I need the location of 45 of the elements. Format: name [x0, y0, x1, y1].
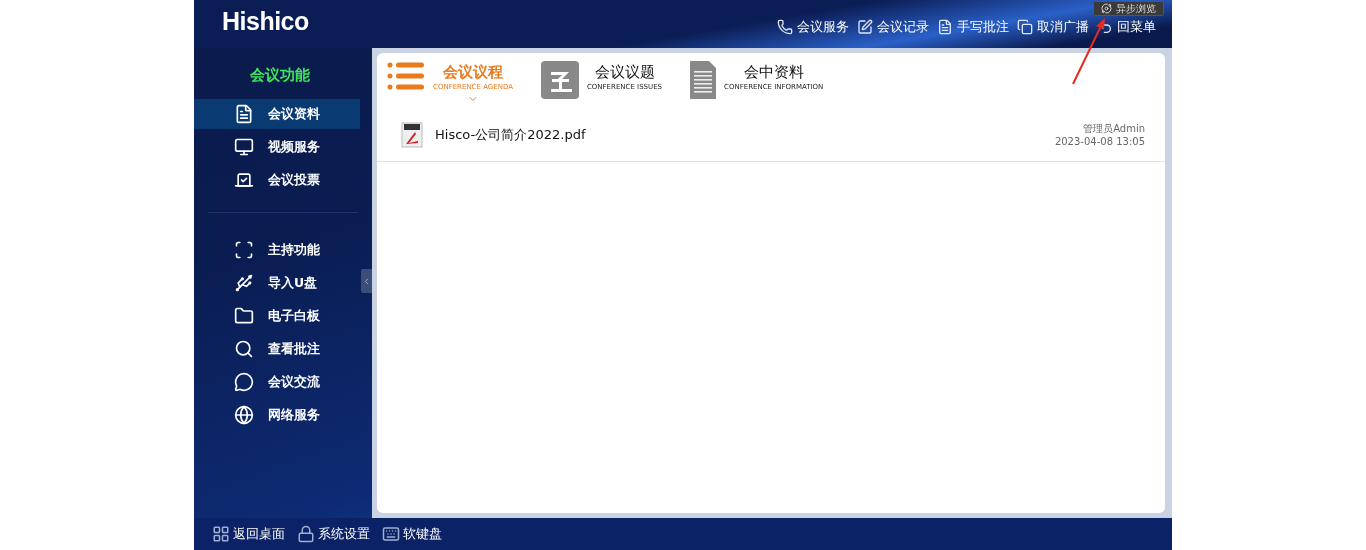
sidebar-item[interactable]: 会议交流	[194, 367, 360, 397]
menu-link[interactable]: 手写批注	[937, 18, 1009, 36]
lock-icon	[297, 525, 315, 543]
sidebar-item[interactable]: 会议投票	[194, 165, 360, 195]
sidebar-item[interactable]: 主持功能	[194, 235, 360, 265]
taskbar-button[interactable]: 软键盘	[382, 525, 442, 543]
phone-icon	[777, 19, 793, 35]
menu-link[interactable]: 会议记录	[857, 18, 929, 36]
menu-link[interactable]: 会议服务	[777, 18, 849, 36]
logo: Hishico	[222, 7, 309, 36]
folder-icon	[234, 306, 254, 326]
frame-icon	[234, 240, 254, 260]
taskbar-button[interactable]: 系统设置	[297, 525, 370, 543]
tooltip-text: 异步浏览	[1116, 3, 1156, 14]
document-icon	[234, 104, 254, 124]
sidebar-item[interactable]: 会议资料	[194, 99, 360, 129]
sidebar-item[interactable]: 电子白板	[194, 301, 360, 331]
sidebar-item[interactable]: 查看批注	[194, 334, 360, 364]
sidebar-item[interactable]: 网络服务	[194, 400, 360, 430]
orbit-icon	[1101, 3, 1112, 14]
file-author: 管理员Admin	[1083, 122, 1145, 135]
monitor-icon	[234, 137, 254, 157]
issues-icon	[540, 61, 579, 99]
menu-link[interactable]: 取消广播	[1017, 18, 1089, 36]
chat-bubble-icon	[234, 372, 254, 392]
windows-grid-icon	[212, 525, 230, 543]
pen-icon	[857, 19, 873, 35]
file-row[interactable]: Hisco-公司简介2022.pdf 管理员Admin 2023-04-08 13:05	[377, 109, 1165, 162]
file-time: 2023-04-08 13:05	[1054, 135, 1145, 148]
document-icon	[690, 61, 717, 99]
collapse-handle[interactable]	[361, 269, 372, 293]
globe-icon	[234, 405, 254, 425]
keyboard-icon	[382, 525, 400, 543]
document-icon	[937, 19, 953, 35]
pdf-icon	[401, 122, 423, 148]
search-icon	[234, 339, 254, 359]
file-name: Hisco-公司简介2022.pdf	[435, 126, 587, 144]
list-icon	[387, 61, 425, 91]
sidebar-title: 会议功能	[249, 66, 311, 85]
taskbar-button[interactable]: 返回桌面	[212, 525, 285, 543]
windows-icon	[1017, 19, 1033, 35]
ballot-box-icon	[234, 170, 254, 190]
usb-icon	[234, 273, 254, 293]
sidebar-item[interactable]: 视频服务	[194, 132, 360, 162]
sidebar-item[interactable]: 导入U盘	[194, 268, 360, 298]
